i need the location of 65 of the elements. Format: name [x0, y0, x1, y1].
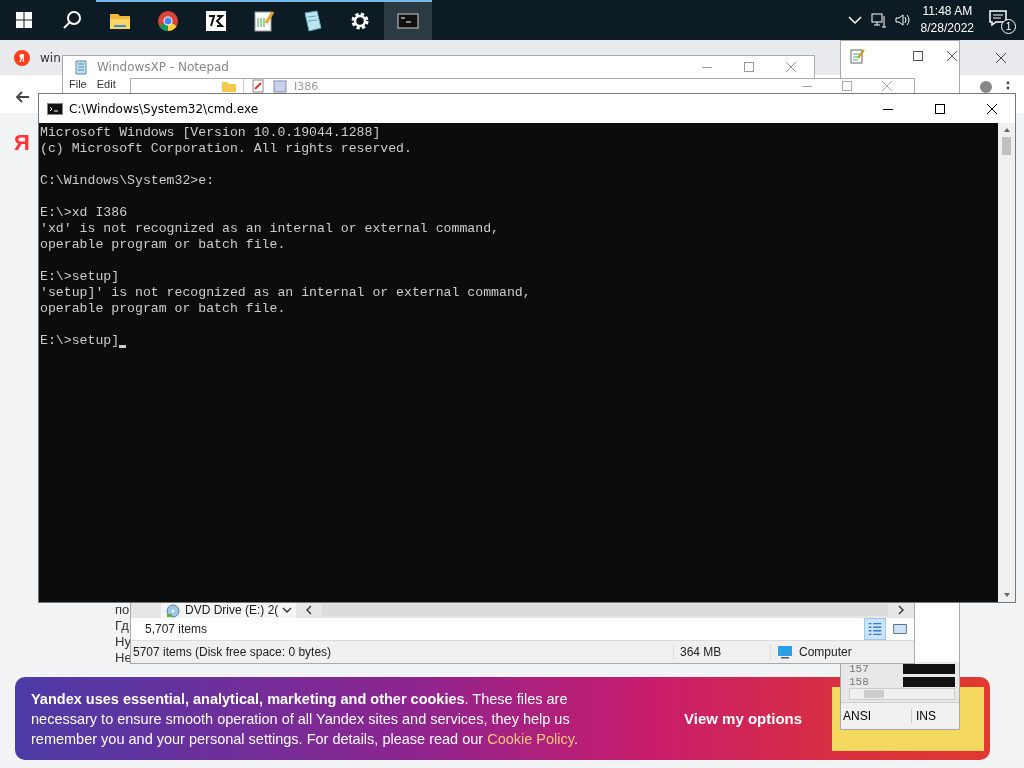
console-line: operable program or batch file. [40, 237, 286, 253]
horizontal-scrollbar[interactable] [322, 604, 888, 616]
notepad-icon [849, 48, 865, 64]
clock[interactable]: 11:48 AM 8/28/2022 [920, 3, 974, 37]
console-line: E:\>setup] [40, 269, 120, 285]
menu-item[interactable]: File [69, 78, 87, 91]
close-icon[interactable] [947, 51, 957, 61]
chevron-down-icon[interactable] [282, 605, 293, 615]
drive-label: DVD Drive (E:) 2( [185, 603, 279, 617]
window-title: WindowsXP - Notepad [97, 60, 229, 74]
vertical-scrollbar[interactable] [998, 123, 1015, 602]
menu-icon[interactable] [1006, 81, 1010, 91]
console-line: operable program or batch file. [40, 301, 286, 317]
cookie-text: Yandex uses essential, analytical, marketing and other cookies. These files are necessary to ensure smooth operation of all Yandex sites and services, they help us remember you and your personal settings. For details, please read our Cookie Policy. [31, 689, 579, 749]
size-label: 364 MB [673, 645, 770, 659]
maximize-icon[interactable] [935, 103, 945, 114]
browser-tab[interactable]: win [0, 50, 65, 65]
back-arrow-icon[interactable] [14, 89, 30, 105]
cookie-policy-link[interactable]: Cookie Policy [487, 730, 574, 747]
console-line: 'setup]' is not recognized as an internal or external command, [40, 285, 531, 301]
notepad-icon [73, 59, 89, 75]
computer-icon [777, 644, 793, 660]
avatar[interactable] [980, 81, 992, 93]
notification-icon[interactable] [988, 8, 1008, 28]
console-line: C:\Windows\System32>e: [40, 173, 215, 189]
page-text: Гд [115, 618, 130, 634]
notification-count: 1 [1001, 19, 1016, 34]
terminal-icon[interactable] [384, 0, 432, 40]
menu-item[interactable]: Edit [96, 78, 116, 91]
line-number: 158 [849, 675, 869, 688]
volume-icon[interactable] [894, 12, 911, 28]
new-folder-icon[interactable] [272, 78, 288, 94]
time-label: 11:48 AM [922, 3, 973, 20]
insert-mode-label: INS [915, 709, 937, 723]
close-icon[interactable] [996, 52, 1006, 63]
control-char-marker [903, 676, 955, 687]
scroll-right-icon[interactable] [896, 605, 906, 615]
terminal-icon [47, 100, 63, 117]
status-text: 5707 items (Disk free space: 0 bytes) [132, 645, 333, 659]
item-count: 5,707 items [145, 622, 208, 636]
close-icon[interactable] [987, 103, 997, 114]
control-char-marker [903, 663, 955, 674]
line-number: 157 [849, 662, 869, 675]
console-line: 'xd' is not recognized as an internal or external command, [40, 221, 499, 237]
properties-icon[interactable] [250, 78, 266, 94]
maximize-icon[interactable] [913, 51, 923, 61]
console-line: E:\>xd I386 [40, 205, 128, 221]
console-line: Microsoft Windows [Version 10.0.19044.1288] [40, 125, 381, 141]
window-title: I386 [294, 79, 319, 93]
window-title: C:\Windows\System32\cmd.exe [69, 101, 259, 116]
horizontal-scrollbar[interactable] [849, 688, 955, 700]
scrollbar-thumb[interactable] [1002, 137, 1011, 155]
zone-label: Computer [799, 645, 852, 659]
page-text: Ну [115, 634, 132, 650]
details-view-icon[interactable] [864, 618, 886, 640]
date-label: 8/28/2022 [920, 20, 974, 37]
network-icon[interactable] [870, 12, 887, 28]
page-text: по [115, 602, 131, 618]
encoding-label: ANSI [841, 709, 912, 723]
tab-title: win [40, 50, 61, 65]
yandex-icon [14, 49, 30, 66]
console-line: (c) Microsoft Corporation. All rights reserved. [40, 141, 412, 157]
console-line: E:\>setup] [40, 333, 120, 349]
dvd-drive-icon [165, 602, 181, 618]
view-options-button[interactable]: View my options [676, 702, 811, 735]
